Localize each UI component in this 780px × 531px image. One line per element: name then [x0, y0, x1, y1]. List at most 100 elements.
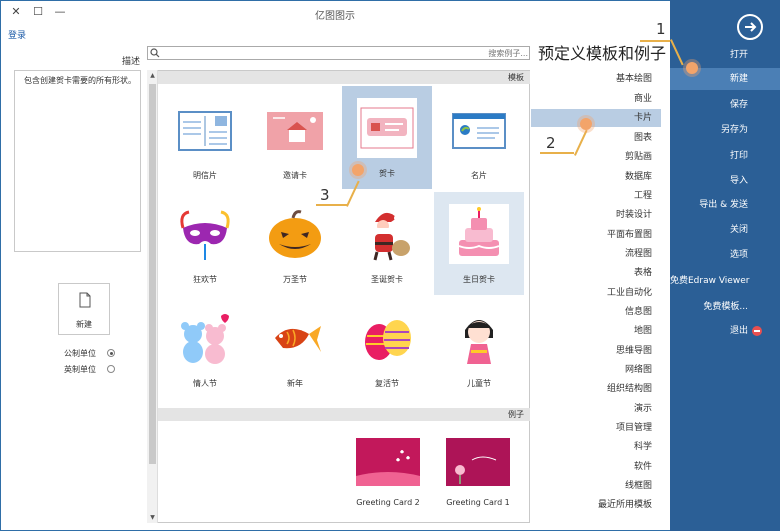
category-mind-map[interactable]: 思维导图	[531, 342, 661, 360]
template-christmas-card[interactable]: 圣诞贺卡	[342, 192, 432, 295]
template-label: 邀请卡	[283, 171, 307, 180]
category-presentation[interactable]: 演示	[531, 400, 661, 418]
metric-units-radio[interactable]: 公制单位	[60, 348, 115, 360]
sidebar-item-exit[interactable]: 退出	[670, 320, 780, 342]
template-label: 狂欢节	[193, 275, 217, 284]
login-link[interactable]: 登录	[8, 28, 26, 41]
callout-number-2: 2	[546, 134, 556, 152]
template-postcard[interactable]: 明信片	[160, 88, 250, 191]
template-business-card[interactable]: 名片	[434, 88, 524, 191]
category-basic-drawing[interactable]: 基本绘图	[531, 70, 661, 88]
template-birthday-card[interactable]: 生日贺卡	[434, 192, 524, 295]
template-label: 万圣节	[283, 275, 307, 284]
template-carnival[interactable]: 狂欢节	[160, 192, 250, 295]
gallery-scrollbar[interactable]: ▲ ▼	[147, 70, 158, 523]
sidebar-item-save[interactable]: 保存	[670, 94, 780, 116]
category-industrial-automation[interactable]: 工业自动化	[531, 284, 661, 302]
category-floor-plan[interactable]: 平面布置图	[531, 226, 661, 244]
callout-marker-2	[580, 118, 592, 130]
template-easter[interactable]: 复活节	[342, 296, 432, 399]
child-doll-thumbnail	[449, 308, 509, 368]
template-label: 复活节	[375, 379, 399, 388]
invitation-thumbnail	[265, 100, 325, 160]
description-box: 包含创建贺卡需要的所有形状。	[14, 70, 141, 252]
description-label: 描述	[121, 57, 140, 67]
category-infographics[interactable]: 信息图	[531, 303, 661, 321]
template-childrens-day[interactable]: 儿童节	[434, 296, 524, 399]
category-engineering[interactable]: 工程	[531, 187, 661, 205]
search-box[interactable]	[147, 46, 530, 60]
scroll-down-icon[interactable]: ▼	[148, 513, 157, 522]
template-new-year[interactable]: 新年	[250, 296, 340, 399]
template-invitation[interactable]: 邀请卡	[250, 88, 340, 191]
sidebar-item-open[interactable]: 打开	[670, 44, 780, 66]
radio-checked-icon[interactable]	[107, 349, 115, 357]
scroll-up-icon[interactable]: ▲	[148, 71, 157, 80]
callout-line-2	[540, 152, 574, 154]
category-science[interactable]: 科学	[531, 438, 661, 456]
create-new-button[interactable]: 新建	[58, 283, 110, 335]
business-card-thumbnail	[449, 100, 509, 160]
category-cards[interactable]: 卡片	[531, 109, 661, 127]
category-software[interactable]: 软件	[531, 458, 661, 476]
callout-number-3: 3	[320, 186, 330, 204]
radio-unchecked-icon[interactable]	[107, 365, 115, 373]
category-business[interactable]: 商业	[531, 90, 661, 108]
sidebar-item-options[interactable]: 选项	[670, 244, 780, 266]
template-label: 情人节	[193, 379, 217, 388]
imperial-units-label: 英制单位	[64, 365, 96, 374]
template-valentines[interactable]: 情人节	[160, 296, 250, 399]
callout-marker-3	[352, 164, 364, 176]
imperial-units-radio[interactable]: 英制单位	[60, 364, 115, 376]
category-wireframe[interactable]: 线框图	[531, 477, 661, 495]
back-button[interactable]	[737, 14, 763, 40]
category-maps[interactable]: 地图	[531, 322, 661, 340]
template-label: 名片	[471, 171, 487, 180]
greeting-card-thumbnail	[357, 98, 417, 158]
category-project-management[interactable]: 项目管理	[531, 419, 661, 437]
sidebar-item-import[interactable]: 导入	[670, 170, 780, 192]
teddy-bears-thumbnail	[175, 308, 235, 368]
template-halloween[interactable]: 万圣节	[250, 192, 340, 295]
template-label: 生日贺卡	[463, 275, 495, 284]
easter-eggs-thumbnail	[357, 308, 417, 368]
template-label: 圣诞贺卡	[371, 275, 403, 284]
callout-marker-1	[686, 62, 698, 74]
scrollbar-thumb[interactable]	[149, 84, 156, 464]
category-fashion-design[interactable]: 时装设计	[531, 206, 661, 224]
carnival-mask-thumbnail	[175, 204, 235, 264]
sidebar-item-edraw-viewer[interactable]: 免费Edraw Viewer	[670, 270, 780, 292]
category-forms[interactable]: 表格	[531, 264, 661, 282]
category-org-chart[interactable]: 组织结构图	[531, 380, 661, 398]
category-recent-templates[interactable]: 最近所用模板	[531, 496, 661, 514]
title-bar: ✕ ☐ — 亿图图示	[0, 0, 670, 26]
template-label: 明信片	[193, 171, 217, 180]
sidebar-item-print[interactable]: 打印	[670, 145, 780, 167]
greeting-card-2-thumbnail	[356, 438, 420, 486]
sidebar-item-save-as[interactable]: 另存为	[670, 119, 780, 141]
sidebar-item-free-templates[interactable]: 免费模板...	[670, 296, 780, 318]
sidebar-item-close[interactable]: 关闭	[670, 219, 780, 241]
example-greeting-card-2[interactable]: Greeting Card 2	[348, 430, 428, 508]
create-new-label: 新建	[76, 320, 92, 329]
koi-fish-thumbnail	[265, 308, 325, 368]
category-network[interactable]: 网络图	[531, 361, 661, 379]
window-title: 亿图图示	[315, 11, 355, 22]
santa-thumbnail	[357, 204, 417, 264]
template-label: 新年	[287, 379, 303, 388]
callout-number-1: 1	[656, 20, 666, 38]
category-flowchart[interactable]: 流程图	[531, 245, 661, 263]
example-greeting-card-1[interactable]: Greeting Card 1	[438, 430, 518, 508]
blank-document-icon	[79, 292, 91, 308]
birthday-cake-thumbnail	[449, 204, 509, 264]
pumpkin-thumbnail	[265, 204, 325, 264]
example-label: Greeting Card 2	[356, 498, 420, 507]
exit-icon	[752, 326, 762, 336]
category-database[interactable]: 数据库	[531, 168, 661, 186]
page-title: 预定义模板和例子	[537, 44, 666, 63]
sidebar-item-export-send[interactable]: 导出 & 发送	[670, 194, 780, 216]
postcard-thumbnail	[175, 100, 235, 160]
search-input[interactable]	[162, 47, 528, 59]
search-icon[interactable]	[150, 48, 160, 58]
example-label: Greeting Card 1	[446, 498, 510, 507]
